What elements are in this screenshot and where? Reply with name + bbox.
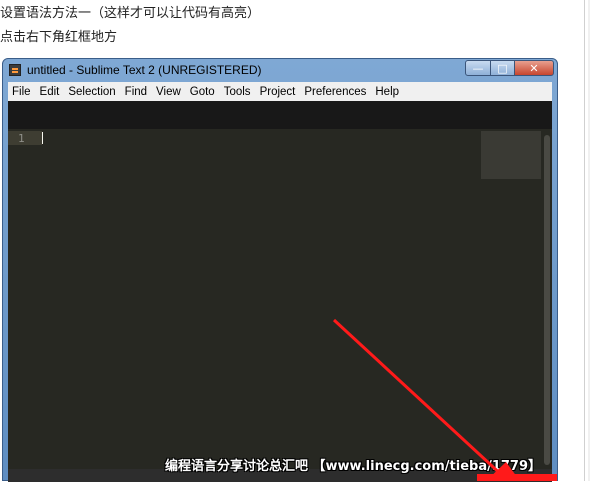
close-button[interactable]: ✕ (514, 60, 554, 76)
minimize-icon: — (472, 61, 484, 75)
sublime-app-icon[interactable] (9, 64, 21, 76)
menu-bar: File Edit Selection Find View Goto Tools… (8, 82, 552, 101)
menu-tools[interactable]: Tools (220, 86, 255, 98)
minimize-button[interactable]: — (465, 60, 491, 76)
vertical-scrollbar[interactable] (544, 135, 550, 465)
current-line-highlight (8, 131, 42, 145)
page-divider (584, 0, 585, 481)
menu-goto[interactable]: Goto (186, 86, 219, 98)
menu-find[interactable]: Find (121, 86, 151, 98)
line-number: 1 (18, 132, 25, 145)
editor-area[interactable]: 1 (8, 129, 552, 469)
tab-bar (8, 101, 552, 129)
maximize-button[interactable]: □ (490, 60, 515, 76)
menu-edit[interactable]: Edit (36, 86, 64, 98)
menu-file[interactable]: File (8, 86, 35, 98)
text-cursor (42, 132, 43, 144)
menu-project[interactable]: Project (256, 86, 300, 98)
menu-selection[interactable]: Selection (64, 86, 119, 98)
instruction-caption-1: 设置语法方法一（这样才可以让代码有高亮） (0, 6, 261, 21)
maximize-icon: □ (497, 61, 508, 75)
menu-view[interactable]: View (152, 86, 185, 98)
title-bar: untitled - Sublime Text 2 (UNREGISTERED)… (3, 59, 557, 81)
minimap-viewport[interactable] (481, 131, 541, 179)
instruction-caption-2: 点击右下角红框地方 (0, 30, 118, 45)
menu-help[interactable]: Help (371, 86, 403, 98)
line-gutter (8, 129, 38, 469)
watermark-text: 编程语言分享讨论总汇吧 【www.linecg.com/tieba/1779】 (165, 459, 542, 474)
window-title: untitled - Sublime Text 2 (UNREGISTERED) (27, 63, 262, 77)
close-icon: ✕ (529, 61, 539, 75)
menu-preferences[interactable]: Preferences (300, 86, 370, 98)
sublime-window: untitled - Sublime Text 2 (UNREGISTERED)… (2, 58, 558, 482)
